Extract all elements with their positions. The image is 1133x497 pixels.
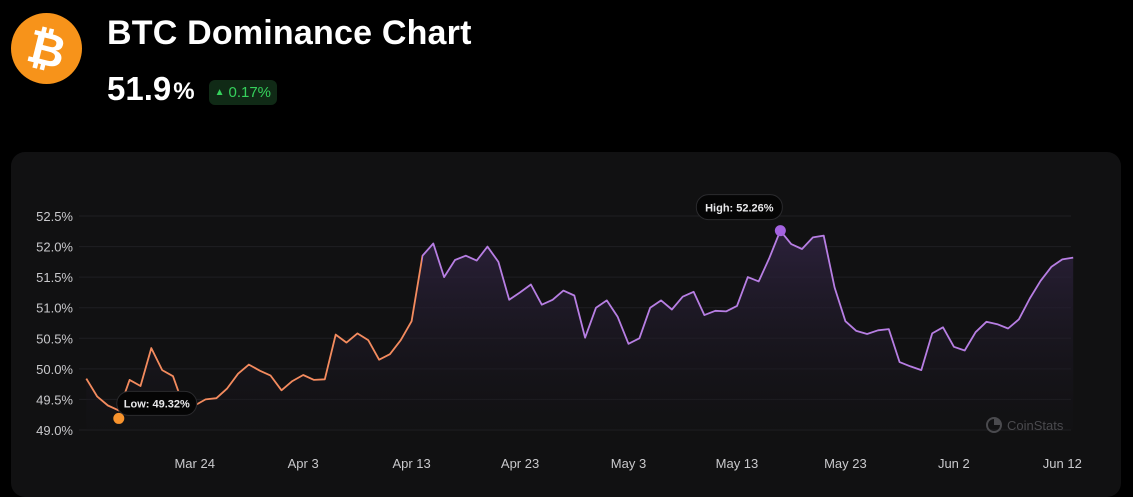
current-value: 51.9 — [107, 70, 172, 107]
low-marker[interactable] — [113, 412, 125, 424]
y-tick-label: 52.0% — [36, 240, 73, 255]
triangle-up-icon: ▲ — [214, 86, 225, 98]
high-marker[interactable] — [774, 225, 786, 237]
dominance-area — [86, 230, 1074, 430]
y-tick-label: 50.5% — [36, 331, 73, 346]
y-tick-label: 49.5% — [36, 392, 73, 407]
bitcoin-logo-icon: ₿ — [11, 13, 82, 84]
chart-panel[interactable]: 52.5% 52.0% 51.5% 51.0% 50.5% 50.0% 49.5% 49.0%… — [11, 152, 1121, 497]
x-tick-label: May 3 — [611, 456, 646, 471]
x-tick-label: Jun 12 — [1043, 456, 1082, 471]
y-tick-label: 51.5% — [36, 270, 73, 285]
x-axis: Mar 24 Apr 3 Apr 13 Apr 23 May 3 May 13 May 23… — [174, 456, 1081, 471]
x-tick-label: Apr 23 — [501, 456, 539, 471]
page-title: BTC Dominance Chart — [107, 14, 472, 52]
current-value-unit: % — [173, 78, 195, 105]
watermark-label: CoinStats — [1007, 418, 1064, 433]
y-tick-label: 51.0% — [36, 301, 73, 316]
x-tick-label: Apr 13 — [392, 456, 430, 471]
x-tick-label: Mar 24 — [174, 456, 214, 471]
y-tick-label: 50.0% — [36, 362, 73, 377]
high-tooltip-label: High: 52.26% — [705, 203, 774, 215]
bitcoin-symbol: ₿ — [21, 17, 72, 80]
change-badge: ▲ 0.17% — [208, 80, 278, 105]
y-tick-label: 49.0% — [36, 423, 73, 438]
change-value: 0.17% — [228, 84, 272, 101]
chart-header: ₿ BTC Dominance Chart 51.9 % ▲ 0.17% — [0, 0, 1133, 150]
x-tick-label: Apr 3 — [288, 456, 319, 471]
dominance-chart[interactable]: 52.5% 52.0% 51.5% 51.0% 50.5% 50.0% 49.5% 49.0%… — [11, 152, 1121, 491]
x-tick-label: May 23 — [824, 456, 867, 471]
x-tick-label: Jun 2 — [938, 456, 970, 471]
x-tick-label: May 13 — [716, 456, 759, 471]
current-value-row: 51.9 % ▲ 0.17% — [107, 70, 278, 108]
low-tooltip-label: Low: 49.32% — [124, 398, 190, 410]
y-tick-label: 52.5% — [36, 209, 73, 224]
y-axis: 52.5% 52.0% 51.5% 51.0% 50.5% 50.0% 49.5% 49.0% — [36, 209, 73, 438]
